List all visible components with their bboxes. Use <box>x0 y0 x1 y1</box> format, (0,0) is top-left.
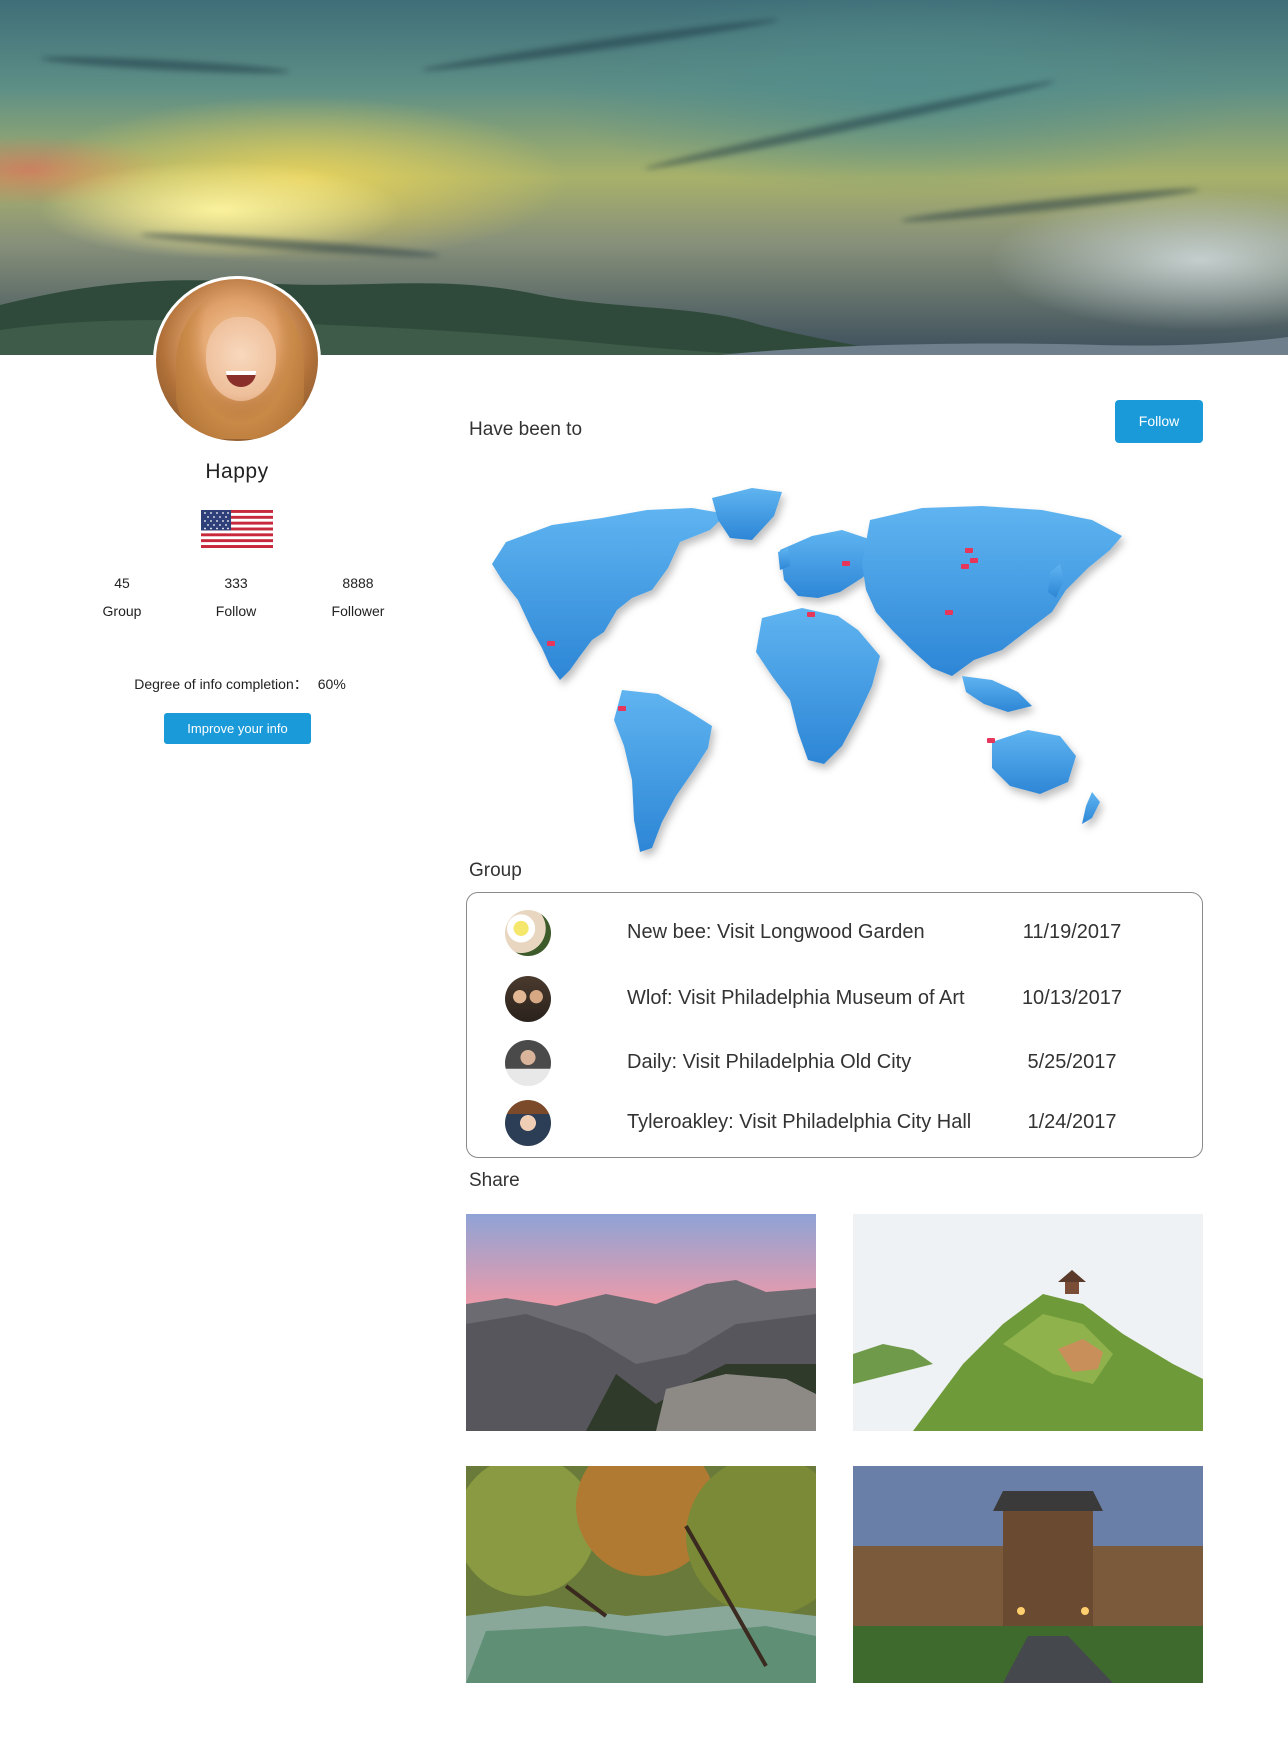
group-avatar[interactable] <box>505 1100 551 1146</box>
us-flag-icon <box>201 510 273 548</box>
profile-name: Happy <box>205 460 269 483</box>
follower-count: 8888 <box>342 575 374 591</box>
group-avatar[interactable] <box>505 976 551 1022</box>
group-avatar[interactable] <box>505 910 551 956</box>
british-isles <box>778 548 790 570</box>
asia <box>862 506 1122 676</box>
share-photo-yosemite[interactable] <box>466 1214 816 1431</box>
visited-pin <box>987 738 995 743</box>
group-row[interactable]: New bee: Visit Longwood Garden 11/19/201… <box>467 905 1202 961</box>
info-completion: Degree of info completion： 60% <box>100 674 380 694</box>
group-title[interactable]: Daily: Visit Philadelphia Old City <box>627 1051 911 1074</box>
southeast-asia <box>962 676 1032 712</box>
greenland <box>712 488 782 540</box>
follow-count-label[interactable]: Follow <box>186 603 286 619</box>
info-completion-value: 60% <box>317 676 346 692</box>
follow-count: 333 <box>224 575 248 591</box>
group-title[interactable]: Wlof: Visit Philadelphia Museum of Art <box>627 987 965 1010</box>
share-photo-hill-pavilion[interactable] <box>853 1214 1203 1431</box>
visited-pin <box>618 706 626 711</box>
follower-count-label[interactable]: Follower <box>308 603 408 619</box>
group-count-label[interactable]: Group <box>72 603 172 619</box>
share-photo-forest-stream[interactable] <box>466 1466 816 1683</box>
visited-pin <box>965 548 973 553</box>
group-date: 5/25/2017 <box>1027 1051 1117 1073</box>
visited-pin <box>961 564 969 569</box>
improve-info-button[interactable]: Improve your info <box>164 713 311 744</box>
group-title[interactable]: New bee: Visit Longwood Garden <box>627 921 925 944</box>
share-section-title: Share <box>469 1170 520 1191</box>
group-date: 1/24/2017 <box>1027 1111 1117 1133</box>
group-date: 11/19/2017 <box>1022 921 1122 943</box>
visited-pin <box>807 612 815 617</box>
visited-pin <box>970 558 978 563</box>
group-row[interactable]: Wlof: Visit Philadelphia Museum of Art 1… <box>467 971 1202 1027</box>
group-count: 45 <box>114 575 130 591</box>
australia <box>992 730 1076 794</box>
group-section-title: Group <box>469 860 522 881</box>
group-title[interactable]: Tyleroakley: Visit Philadelphia City Hal… <box>627 1111 971 1134</box>
group-row[interactable]: Tyleroakley: Visit Philadelphia City Hal… <box>467 1095 1202 1151</box>
africa <box>756 608 880 764</box>
share-photo-wooden-gate[interactable] <box>853 1466 1203 1683</box>
group-list: New bee: Visit Longwood Garden 11/19/201… <box>466 892 1203 1158</box>
world-map[interactable] <box>462 480 1182 870</box>
visited-pin <box>842 561 850 566</box>
group-avatar[interactable] <box>505 1040 551 1086</box>
visited-pin <box>945 610 953 615</box>
visited-section-title: Have been to <box>469 419 583 440</box>
visited-pin <box>547 641 555 646</box>
south-america <box>614 690 712 852</box>
new-zealand <box>1082 792 1100 824</box>
north-america <box>492 508 727 680</box>
profile-avatar[interactable] <box>153 276 321 444</box>
group-date: 10/13/2017 <box>1021 987 1123 1009</box>
info-completion-label: Degree of info completion： <box>134 676 308 692</box>
follow-button[interactable]: Follow <box>1115 400 1203 443</box>
group-row[interactable]: Daily: Visit Philadelphia Old City 5/25/… <box>467 1035 1202 1091</box>
